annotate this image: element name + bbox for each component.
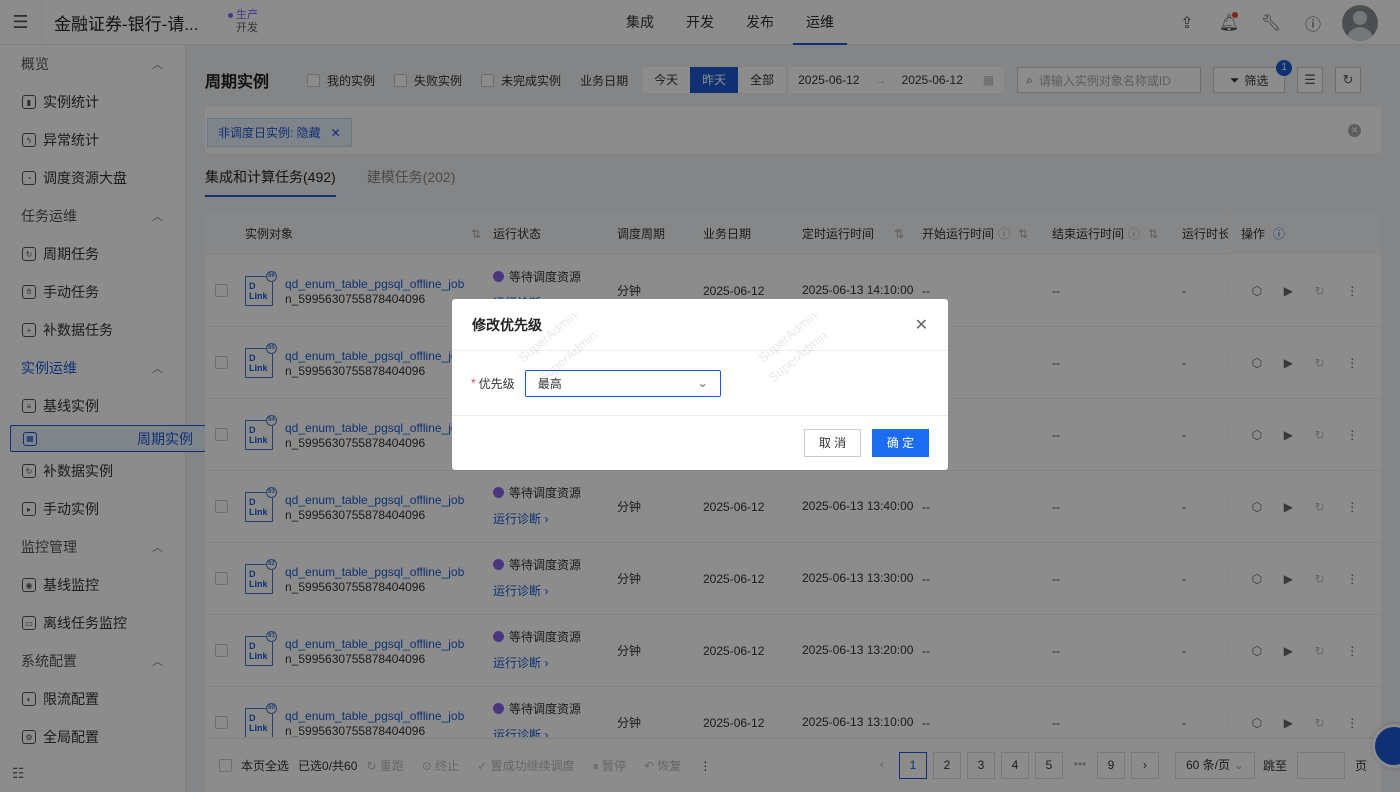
modal-footer: 取 消 确 定 bbox=[452, 416, 948, 470]
close-icon[interactable]: ✕ bbox=[915, 315, 928, 335]
cancel-button[interactable]: 取 消 bbox=[804, 429, 861, 457]
required-mark: * bbox=[471, 376, 476, 390]
confirm-button[interactable]: 确 定 bbox=[872, 429, 929, 457]
priority-label: 优先级 bbox=[478, 376, 515, 391]
priority-modal: SuperAdmin SuperAdmin SuperAdmin SuperAd… bbox=[452, 299, 948, 470]
modal-title: 修改优先级 bbox=[472, 316, 542, 333]
chevron-down-icon: ⌄ bbox=[697, 376, 708, 390]
